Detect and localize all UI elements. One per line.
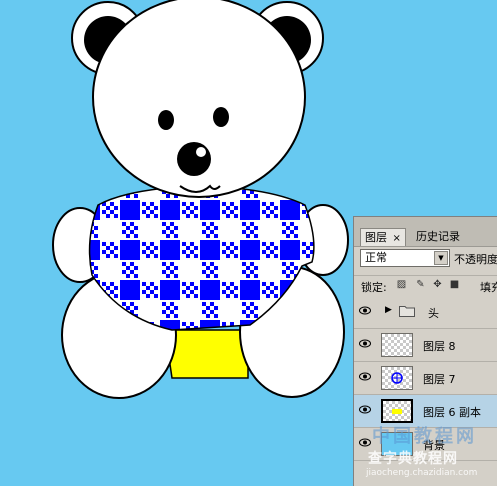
shirt-thumbnail-icon — [391, 372, 403, 384]
eye-icon[interactable] — [359, 339, 371, 348]
tab-history[interactable]: 历史记录 — [412, 228, 464, 245]
layer-name: 图层 7 — [423, 373, 456, 386]
tab-layers[interactable]: 图层 × — [360, 228, 406, 246]
tab-history-label: 历史记录 — [416, 230, 460, 243]
eye-icon[interactable] — [359, 405, 371, 414]
lock-move-icon[interactable]: ✥ — [432, 279, 443, 290]
eye-icon[interactable] — [359, 372, 371, 381]
lock-transparent-icon[interactable]: ▨ — [396, 279, 407, 290]
layer-row-layer-6-copy[interactable]: 图层 6 副本 — [354, 395, 497, 428]
folder-icon — [399, 306, 415, 317]
layer-row-group-head[interactable]: ▶ 头 — [354, 296, 497, 329]
lock-all-icon[interactable]: ■ — [449, 279, 460, 290]
layers-panel: 图层 × 历史记录 正常 ▼ 不透明度 锁定: ▨ ✎ ✥ ■ 填充 ▶ 头 图… — [353, 216, 497, 486]
layer-row-background[interactable]: 背景 — [354, 428, 497, 461]
shorts-thumbnail-icon — [392, 409, 402, 414]
blend-mode-value: 正常 — [365, 251, 387, 264]
eye-icon[interactable] — [359, 438, 371, 447]
tab-layers-label: 图层 — [365, 231, 387, 244]
layer-name: 图层 6 副本 — [423, 406, 481, 419]
lock-row: 锁定: ▨ ✎ ✥ ■ 填充 — [354, 275, 497, 297]
layer-name: 图层 8 — [423, 340, 456, 353]
lock-label: 锁定: — [361, 281, 387, 294]
expand-arrow-icon[interactable]: ▶ — [385, 305, 392, 315]
layer-thumbnail — [381, 366, 413, 390]
layer-row-layer-8[interactable]: 图层 8 — [354, 329, 497, 362]
close-icon[interactable]: × — [393, 233, 401, 244]
layer-thumbnail — [381, 333, 413, 357]
layer-name: 背景 — [423, 439, 445, 452]
blend-mode-select[interactable]: 正常 ▼ — [360, 249, 450, 267]
lock-paint-icon[interactable]: ✎ — [415, 279, 426, 290]
blend-mode-row: 正常 ▼ 不透明度 — [358, 248, 497, 270]
opacity-label: 不透明度 — [454, 253, 497, 266]
layer-name: 头 — [428, 307, 439, 320]
bear-right-eye — [213, 107, 229, 127]
bear-nose-highlight — [196, 147, 206, 157]
fill-label: 填充 — [480, 281, 497, 294]
bear-shorts — [164, 329, 249, 379]
panel-tabs: 图层 × 历史记录 — [354, 217, 497, 247]
eye-icon[interactable] — [359, 306, 371, 315]
layer-thumbnail — [381, 432, 413, 456]
chevron-down-icon[interactable]: ▼ — [434, 251, 448, 265]
layer-row-layer-7[interactable]: 图层 7 — [354, 362, 497, 395]
layer-thumbnail — [381, 399, 413, 423]
bear-left-eye — [158, 110, 174, 130]
bear-nose — [177, 142, 211, 176]
